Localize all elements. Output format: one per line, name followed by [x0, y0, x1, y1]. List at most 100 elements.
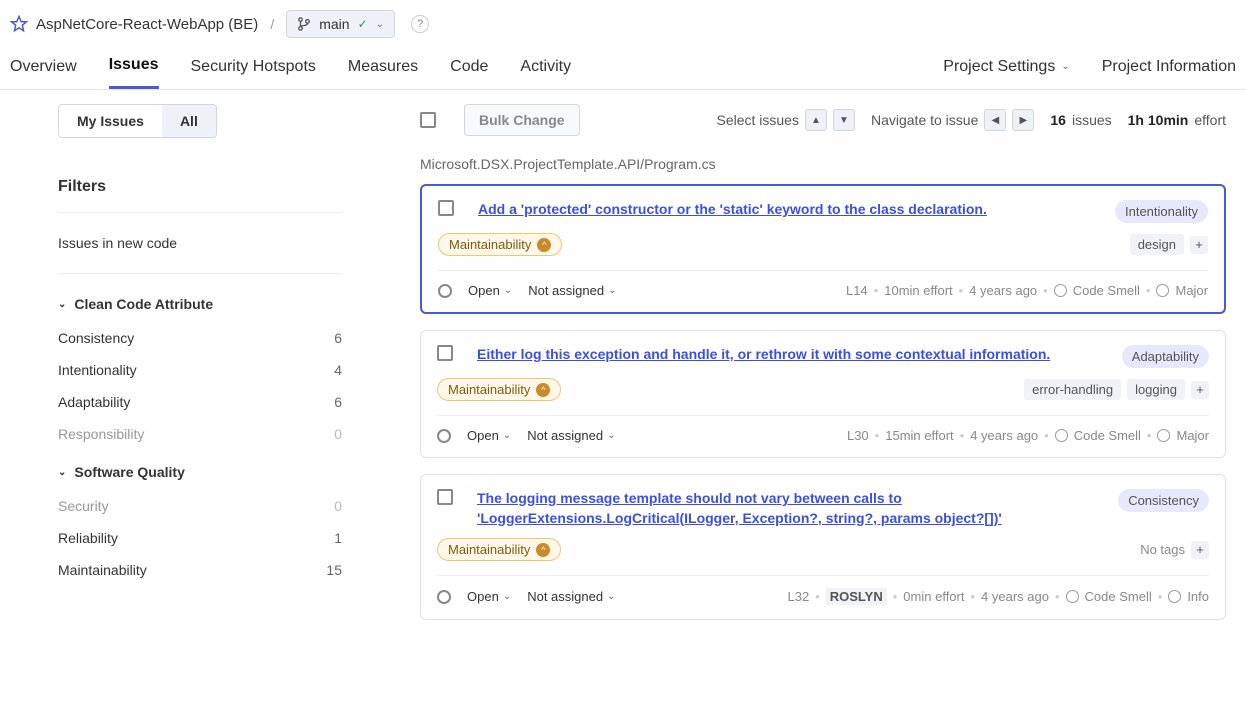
assignee-dropdown[interactable]: Not assigned ⌄ [527, 428, 615, 443]
issue-card[interactable]: Either log this exception and handle it,… [420, 330, 1226, 458]
issue-card[interactable]: The logging message template should not … [420, 474, 1226, 620]
tag-pill[interactable]: design [1130, 234, 1184, 255]
facet-row[interactable]: Intentionality4 [58, 354, 342, 386]
issue-line[interactable]: L30 [847, 428, 869, 443]
facet-row[interactable]: Responsibility0 [58, 418, 342, 450]
severity-icon [1156, 284, 1169, 297]
facet-group-clean-code[interactable]: ⌄ Clean Code Attribute [58, 282, 342, 322]
project-information[interactable]: Project Information [1102, 58, 1236, 88]
issue-age: 4 years ago [970, 428, 1038, 443]
chevron-down-icon: ⌄ [1061, 61, 1069, 72]
add-tag-button[interactable]: + [1191, 381, 1209, 399]
facet-group-label: Software Quality [74, 464, 184, 480]
select-down-button[interactable]: ▼ [833, 109, 855, 131]
tab-activity[interactable]: Activity [520, 58, 571, 88]
issues-count: 16 [1050, 112, 1066, 128]
facet-count: 1 [334, 530, 342, 546]
branch-name: main [319, 16, 349, 32]
chevron-down-icon: ⌄ [58, 467, 66, 478]
facet-row[interactable]: Reliability 1 [58, 522, 342, 554]
clean-code-attribute-badge[interactable]: Consistency [1118, 489, 1209, 512]
facet-label: Maintainability [58, 562, 147, 578]
facet-label: Adaptability [58, 394, 130, 410]
status-radio-icon [437, 590, 451, 604]
issue-checkbox[interactable] [437, 345, 453, 361]
file-path[interactable]: Microsoft.DSX.ProjectTemplate.API/Progra… [420, 156, 1226, 172]
issue-checkbox[interactable] [437, 489, 453, 505]
assignee-dropdown[interactable]: Not assigned ⌄ [527, 589, 615, 604]
tab-security-hotspots[interactable]: Security Hotspots [191, 58, 316, 88]
issue-type: Code Smell [1074, 428, 1141, 443]
chevron-down-icon: ⌄ [376, 19, 384, 30]
issue-title[interactable]: Add a 'protected' constructor or the 'st… [478, 200, 1103, 220]
filter-new-code[interactable]: Issues in new code [58, 221, 342, 265]
status-radio-icon [438, 284, 452, 298]
issue-title[interactable]: Either log this exception and handle it,… [477, 345, 1110, 365]
tag-pill[interactable]: logging [1127, 379, 1185, 400]
issue-effort: 10min effort [884, 283, 952, 298]
add-tag-button[interactable]: + [1191, 541, 1209, 559]
tab-overview[interactable]: Overview [10, 58, 77, 88]
select-up-button[interactable]: ▲ [805, 109, 827, 131]
facet-row[interactable]: Security 0 [58, 490, 342, 522]
assignee-dropdown[interactable]: Not assigned ⌄ [528, 283, 616, 298]
software-quality-badge[interactable]: Maintainability ^ [437, 378, 561, 401]
effort-value: 1h 10min [1128, 112, 1189, 128]
facet-label: Reliability [58, 530, 118, 546]
software-quality-badge[interactable]: Maintainability ^ [437, 538, 561, 561]
breadcrumb-separator: / [270, 16, 274, 32]
status-dropdown[interactable]: Open ⌄ [467, 428, 511, 443]
branch-selector[interactable]: main ✓ ⌄ [286, 10, 395, 38]
facet-count: 0 [334, 498, 342, 514]
facet-group-software-quality[interactable]: ⌄ Software Quality [58, 450, 342, 490]
tab-issues[interactable]: Issues [109, 56, 159, 89]
navigate-prev-button[interactable]: ◀ [984, 109, 1006, 131]
divider [58, 212, 342, 213]
issue-type-icon [1066, 590, 1079, 603]
project-name[interactable]: AspNetCore-React-WebApp (BE) [36, 16, 258, 33]
issue-type: Code Smell [1085, 589, 1152, 604]
issue-line[interactable]: L14 [846, 283, 868, 298]
tab-measures[interactable]: Measures [348, 58, 418, 88]
issue-effort: 15min effort [885, 428, 953, 443]
project-settings[interactable]: Project Settings ⌄ [943, 58, 1069, 88]
issue-severity: Major [1176, 428, 1209, 443]
facet-count: 0 [334, 426, 342, 442]
no-tags-label: No tags [1140, 542, 1185, 557]
issue-severity: Major [1175, 283, 1208, 298]
issues-label: issues [1072, 112, 1112, 128]
facet-row[interactable]: Adaptability6 [58, 386, 342, 418]
software-quality-badge[interactable]: Maintainability ^ [438, 233, 562, 256]
help-icon[interactable]: ? [411, 15, 429, 33]
issue-scope-toggle: My Issues All [58, 104, 217, 138]
my-issues-button[interactable]: My Issues [59, 105, 162, 137]
severity-icon [1157, 429, 1170, 442]
facet-row[interactable]: Consistency6 [58, 322, 342, 354]
issue-line[interactable]: L32 [787, 589, 809, 604]
issues-toolbar: Bulk Change Select issues ▲ ▼ Navigate t… [420, 104, 1226, 136]
facet-count: 6 [334, 330, 342, 346]
tag-pill[interactable]: error-handling [1024, 379, 1121, 400]
tab-code[interactable]: Code [450, 58, 488, 88]
issue-checkbox[interactable] [438, 200, 454, 216]
status-dropdown[interactable]: Open ⌄ [468, 283, 512, 298]
select-all-checkbox[interactable] [420, 112, 436, 128]
clean-code-attribute-badge[interactable]: Intentionality [1115, 200, 1208, 223]
all-issues-button[interactable]: All [162, 105, 216, 137]
filters-sidebar: My Issues All Filters Issues in new code… [0, 90, 360, 696]
issue-title[interactable]: The logging message template should not … [477, 489, 1106, 528]
bulk-change-button[interactable]: Bulk Change [464, 104, 580, 136]
clean-code-attribute-badge[interactable]: Adaptability [1122, 345, 1209, 368]
facet-row[interactable]: Maintainability15 [58, 554, 342, 586]
facet-group-label: Clean Code Attribute [74, 296, 213, 312]
navigate-issue-label: Navigate to issue [871, 112, 978, 128]
add-tag-button[interactable]: + [1190, 236, 1208, 254]
status-dropdown[interactable]: Open ⌄ [467, 589, 511, 604]
check-icon: ✓ [358, 17, 368, 31]
project-header: AspNetCore-React-WebApp (BE) / main ✓ ⌄ … [0, 0, 1246, 38]
facet-label: Security [58, 498, 109, 514]
star-icon[interactable] [10, 15, 28, 33]
navigate-next-button[interactable]: ▶ [1012, 109, 1034, 131]
roslyn-badge: ROSLYN [826, 588, 887, 605]
issue-card[interactable]: Add a 'protected' constructor or the 'st… [420, 184, 1226, 314]
